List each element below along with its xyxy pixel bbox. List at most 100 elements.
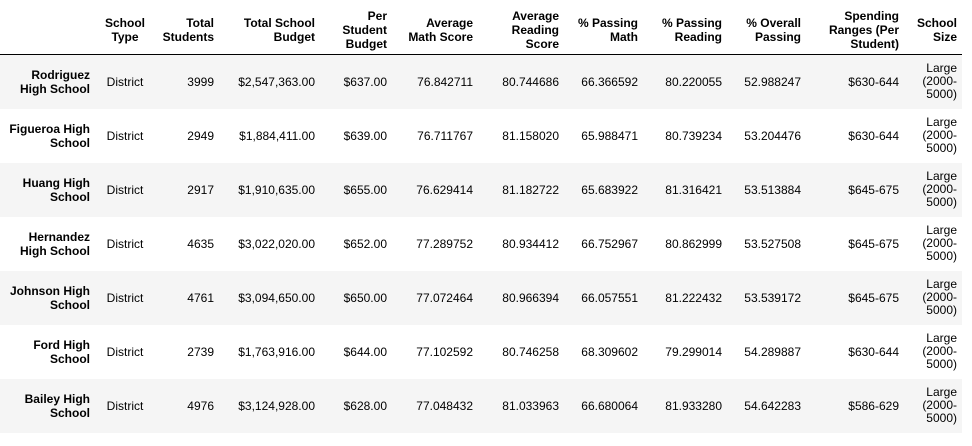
column-header-overall-passing: % Overall Passing: [727, 6, 806, 55]
column-header-average-reading-score: Average Reading Score: [478, 6, 564, 55]
cell-school-type: District: [106, 182, 144, 197]
cell-school-size: Large (2000-5000): [922, 223, 957, 263]
column-header-passing-math: % Passing Math: [564, 6, 643, 55]
cell-overall-passing: 53.513884: [744, 182, 801, 197]
cell-average-reading-score: 81.158020: [502, 128, 559, 143]
cell-passing-reading: 80.739234: [665, 128, 722, 143]
cell-passing-math: 65.988471: [581, 128, 638, 143]
cell-total-students: 3999: [187, 74, 214, 89]
cell-school-size: Large (2000-5000): [922, 385, 957, 425]
cell-passing-reading: 81.222432: [665, 290, 722, 305]
cell-average-reading-score: 81.182722: [502, 182, 559, 197]
column-header-total-students: Total Students: [155, 6, 219, 55]
table-row: Hernandez High School District 4635 $3,0…: [0, 216, 962, 271]
cell-school-size: Large (2000-5000): [922, 277, 957, 317]
cell-average-math-score: 76.629414: [416, 182, 473, 197]
cell-school-type: District: [106, 344, 144, 359]
cell-spending-range: $630-644: [848, 344, 899, 359]
cell-school-size: Large (2000-5000): [922, 331, 957, 371]
cell-overall-passing: 53.539172: [744, 290, 801, 305]
cell-average-math-score: 77.072464: [416, 290, 473, 305]
cell-spending-range: $630-644: [848, 128, 899, 143]
cell-passing-math: 65.683922: [581, 182, 638, 197]
row-index-school-name: Hernandez High School: [20, 229, 90, 258]
column-header-spending-ranges: Spending Ranges (Per Student): [806, 6, 904, 55]
cell-school-type: District: [106, 74, 144, 89]
row-index-school-name: Rodriguez High School: [20, 67, 90, 96]
row-index-school-name: Bailey High School: [24, 391, 90, 420]
cell-per-student-budget: $655.00: [343, 182, 387, 197]
index-header: [0, 6, 95, 55]
cell-spending-range: $645-675: [848, 290, 899, 305]
cell-overall-passing: 54.289887: [744, 344, 801, 359]
cell-school-type: District: [106, 290, 144, 305]
row-index-school-name: Johnson High School: [10, 283, 90, 312]
cell-per-student-budget: $650.00: [343, 290, 387, 305]
cell-average-math-score: 76.842711: [417, 74, 473, 89]
column-header-passing-reading: % Passing Reading: [643, 6, 727, 55]
cell-passing-reading: 79.299014: [665, 344, 722, 359]
cell-per-student-budget: $639.00: [343, 128, 387, 143]
table-header: School Type Total Students Total School …: [0, 6, 962, 55]
cell-average-math-score: 77.289752: [416, 236, 473, 251]
column-header-school-type: School Type: [95, 6, 155, 55]
cell-average-reading-score: 81.033963: [502, 398, 559, 413]
cell-average-math-score: 76.711767: [417, 128, 473, 143]
school-summary-table: School Type Total Students Total School …: [0, 6, 962, 433]
cell-school-type: District: [106, 236, 144, 251]
column-header-school-size: School Size: [904, 6, 962, 55]
cell-overall-passing: 53.527508: [744, 236, 801, 251]
cell-total-school-budget: $2,547,363.00: [238, 74, 315, 89]
cell-total-students: 4761: [187, 290, 214, 305]
cell-total-students: 4976: [187, 398, 214, 413]
cell-total-school-budget: $1,884,411.00: [239, 128, 315, 143]
cell-spending-range: $586-629: [848, 398, 899, 413]
row-index-school-name: Ford High School: [33, 337, 90, 366]
cell-average-math-score: 77.048432: [416, 398, 473, 413]
column-header-total-school-budget: Total School Budget: [219, 6, 320, 55]
cell-per-student-budget: $644.00: [343, 344, 387, 359]
cell-total-school-budget: $1,763,916.00: [238, 344, 315, 359]
cell-average-reading-score: 80.966394: [502, 290, 559, 305]
cell-average-reading-score: 80.934412: [502, 236, 559, 251]
cell-passing-reading: 80.220055: [665, 74, 722, 89]
cell-average-reading-score: 80.746258: [502, 344, 559, 359]
cell-school-size: Large (2000-5000): [922, 169, 957, 209]
column-header-average-math-score: Average Math Score: [392, 6, 478, 55]
cell-total-students: 4635: [187, 236, 214, 251]
cell-school-type: District: [106, 398, 144, 413]
table-body: Rodriguez High School District 3999 $2,5…: [0, 54, 962, 433]
cell-spending-range: $630-644: [848, 74, 899, 89]
cell-per-student-budget: $628.00: [343, 398, 387, 413]
cell-passing-math: 68.309602: [581, 344, 638, 359]
cell-total-school-budget: $3,124,928.00: [238, 398, 315, 413]
cell-school-type: District: [106, 128, 144, 143]
cell-passing-reading: 80.862999: [665, 236, 722, 251]
row-index-school-name: Huang High School: [22, 175, 90, 204]
cell-total-students: 2917: [187, 182, 214, 197]
cell-per-student-budget: $652.00: [343, 236, 387, 251]
cell-passing-math: 66.366592: [581, 74, 638, 89]
table-row: Bailey High School District 4976 $3,124,…: [0, 378, 962, 433]
header-row: School Type Total Students Total School …: [0, 6, 962, 55]
cell-total-school-budget: $3,094,650.00: [238, 290, 315, 305]
table-row: Ford High School District 2739 $1,763,91…: [0, 324, 962, 379]
cell-total-school-budget: $3,022,020.00: [238, 236, 315, 251]
table-row: Huang High School District 2917 $1,910,6…: [0, 162, 962, 217]
cell-total-school-budget: $1,910,635.00: [238, 182, 315, 197]
cell-overall-passing: 54.642283: [744, 398, 801, 413]
cell-spending-range: $645-675: [848, 236, 899, 251]
cell-total-students: 2739: [187, 344, 214, 359]
cell-school-size: Large (2000-5000): [922, 61, 957, 102]
cell-passing-reading: 81.933280: [665, 398, 722, 413]
cell-total-students: 2949: [187, 128, 214, 143]
table-row: Rodriguez High School District 3999 $2,5…: [0, 54, 962, 109]
row-index-school-name: Figueroa High School: [9, 121, 90, 150]
cell-per-student-budget: $637.00: [343, 74, 387, 89]
cell-passing-math: 66.752967: [581, 236, 638, 251]
cell-passing-math: 66.057551: [581, 290, 638, 305]
cell-passing-reading: 81.316421: [665, 182, 722, 197]
cell-average-reading-score: 80.744686: [502, 74, 559, 89]
table-row: Figueroa High School District 2949 $1,88…: [0, 108, 962, 163]
column-header-per-student-budget: Per Student Budget: [320, 6, 392, 55]
